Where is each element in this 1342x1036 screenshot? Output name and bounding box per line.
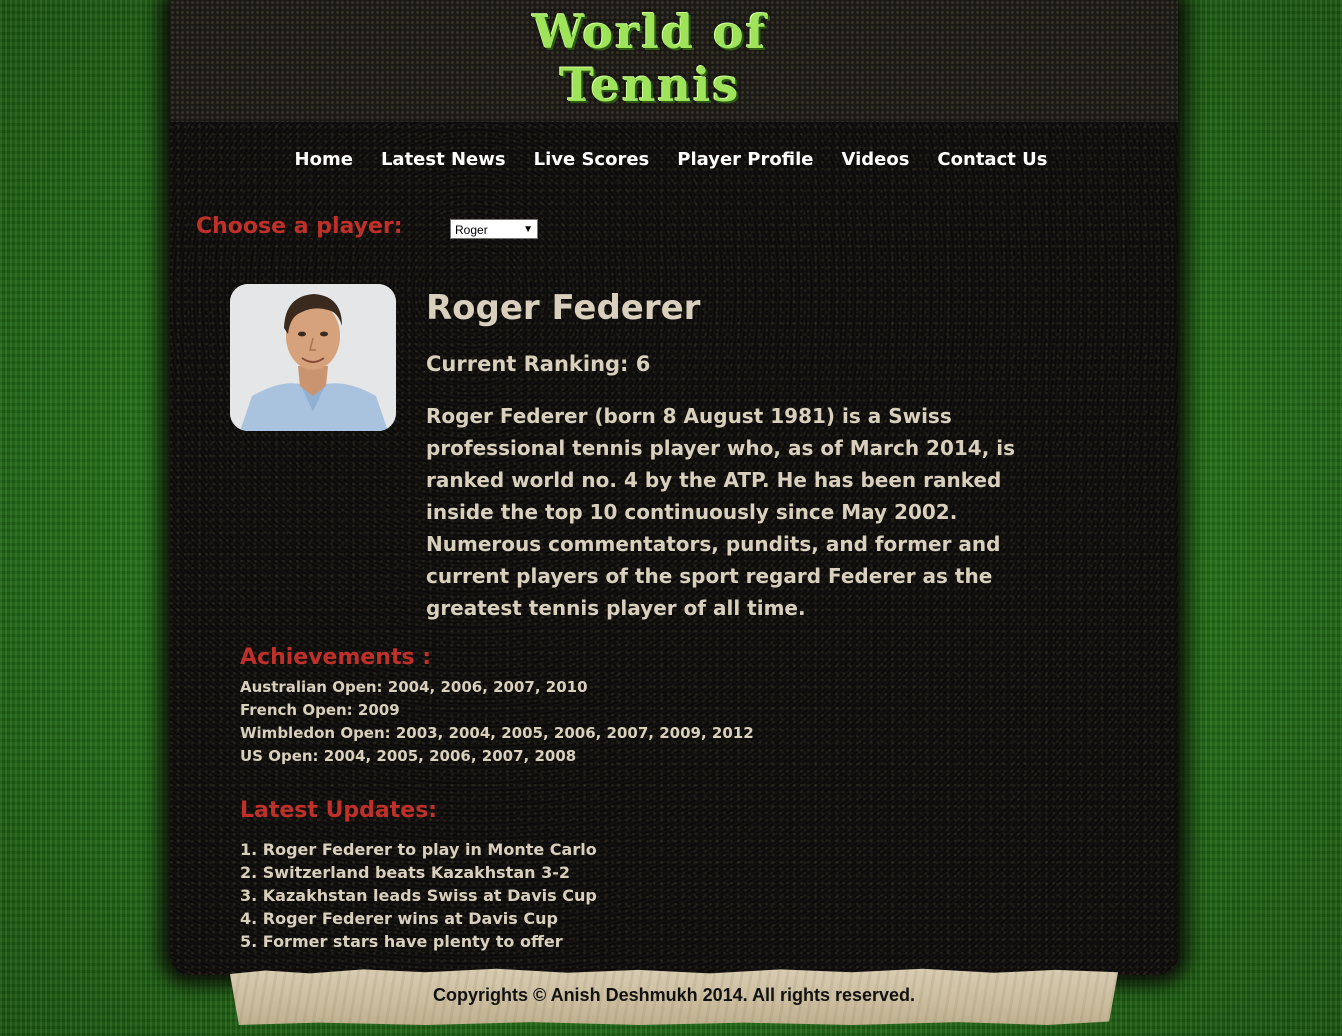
nav-home[interactable]: Home [295,146,353,174]
nav-live-scores[interactable]: Live Scores [534,146,650,174]
update-item[interactable]: 5. Former stars have plenty to offer [240,930,597,953]
nav-contact-us[interactable]: Contact Us [937,146,1047,174]
update-item[interactable]: 1. Roger Federer to play in Monte Carlo [240,838,597,861]
nav-player-profile[interactable]: Player Profile [677,146,813,174]
nav-latest-news[interactable]: Latest News [381,146,506,174]
dropdown-arrow-icon: ▼ [523,224,533,235]
achievement-us-open: US Open: 2004, 2005, 2006, 2007, 2008 [240,747,577,765]
achievement-australian-open: Australian Open: 2004, 2006, 2007, 2010 [240,678,588,696]
logo-line-1: World of [532,5,768,59]
player-bio: Roger Federer (born 8 August 1981) is a … [426,404,1016,620]
main-nav: Home Latest News Live Scores Player Prof… [0,146,1342,174]
update-item[interactable]: 2. Switzerland beats Kazakhstan 3-2 [240,861,597,884]
update-item[interactable]: 3. Kazakhstan leads Swiss at Davis Cup [240,884,597,907]
achievements-list: Australian Open: 2004, 2006, 2007, 2010 … [240,676,754,768]
player-photo [230,284,396,431]
choose-player-label: Choose a player: [196,214,403,239]
latest-updates-title: Latest Updates: [240,798,438,823]
player-portrait-image [230,284,396,431]
achievements-title: Achievements : [240,645,432,670]
latest-updates-list: 1. Roger Federer to play in Monte Carlo … [240,838,597,953]
nav-videos[interactable]: Videos [841,146,909,174]
achievement-french-open: French Open: 2009 [240,701,400,719]
copyright-text: Copyrights © Anish Deshmukh 2014. All ri… [432,985,916,1005]
achievement-wimbledon: Wimbledon Open: 2003, 2004, 2005, 2006, … [240,724,754,742]
player-select[interactable]: Roger ▼ [450,219,538,239]
current-ranking: Current Ranking: 6 [426,352,651,376]
update-item[interactable]: 4. Roger Federer wins at Davis Cup [240,907,597,930]
player-name: Roger Federer [426,288,701,328]
site-logo[interactable]: World of Tennis [430,0,870,110]
logo-line-2: Tennis [559,58,741,112]
player-select-value: Roger [455,223,488,237]
